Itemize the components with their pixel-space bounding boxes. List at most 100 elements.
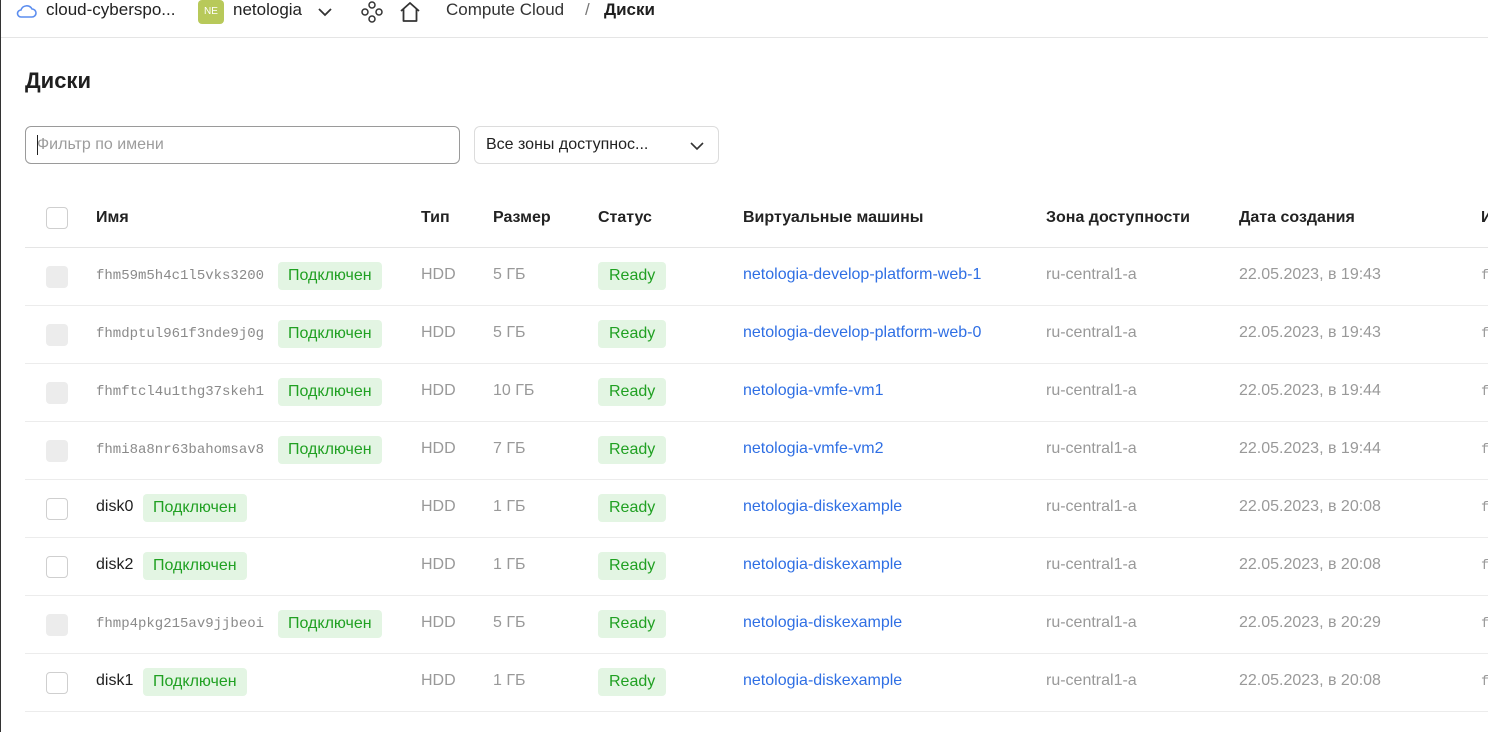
select-all-checkbox[interactable] [46, 207, 68, 229]
disk-size: 5 ГБ [493, 614, 526, 631]
disk-type: HDD [421, 672, 456, 689]
vm-link[interactable]: netologia-diskexample [743, 672, 902, 690]
table-row[interactable]: fhmi8a8nr63bahomsav8 Подключен HDD 7 ГБ … [25, 422, 1488, 480]
status-badge: Ready [598, 668, 667, 696]
home-icon[interactable] [398, 0, 422, 24]
table-row[interactable]: disk0 Подключен HDD 1 ГБ Ready netologia… [25, 480, 1488, 538]
disk-name: fhmi8a8nr63bahomsav8 [96, 442, 265, 458]
services-icon[interactable] [361, 1, 383, 23]
created-date: 22.05.2023, в 19:43 [1239, 324, 1381, 341]
disk-zone: ru-central1-a [1046, 266, 1137, 283]
extra-col: f [1481, 326, 1488, 342]
created-date: 22.05.2023, в 19:44 [1239, 440, 1381, 457]
disk-type: HDD [421, 498, 456, 515]
extra-col: f [1481, 674, 1488, 690]
disks-table: Имя Тип Размер Статус Виртуальные машины… [25, 190, 1488, 712]
header-extra[interactable]: И [1481, 209, 1488, 227]
header-created[interactable]: Дата создания [1239, 209, 1355, 227]
extra-col: f [1481, 442, 1488, 458]
vm-link[interactable]: netologia-diskexample [743, 556, 902, 574]
disk-zone: ru-central1-a [1046, 614, 1137, 631]
breadcrumb-compute-cloud[interactable]: Compute Cloud [446, 0, 564, 20]
vm-link[interactable]: netologia-develop-platform-web-0 [743, 324, 981, 342]
breadcrumb-separator: / [585, 0, 590, 19]
table-row[interactable]: disk2 Подключен HDD 1 ГБ Ready netologia… [25, 538, 1488, 596]
row-checkbox[interactable] [46, 672, 68, 694]
status-badge: Ready [598, 436, 667, 464]
created-date: 22.05.2023, в 20:29 [1239, 614, 1381, 631]
row-checkbox[interactable] [46, 498, 68, 520]
vm-link[interactable]: netologia-vmfe-vm1 [743, 382, 884, 400]
row-checkbox [46, 324, 68, 346]
status-badge: Ready [598, 378, 667, 406]
folder-badge[interactable]: NE [198, 0, 224, 24]
row-checkbox[interactable] [46, 556, 68, 578]
header-status[interactable]: Статус [598, 209, 652, 227]
disk-type: HDD [421, 266, 456, 283]
header-name[interactable]: Имя [96, 209, 129, 227]
disk-size: 1 ГБ [493, 556, 526, 573]
disk-size: 10 ГБ [493, 382, 535, 399]
status-badge: Ready [598, 552, 667, 580]
disk-type: HDD [421, 324, 456, 341]
status-badge: Ready [598, 610, 667, 638]
attached-badge: Подключен [143, 552, 247, 580]
table-row[interactable]: fhmp4pkg215av9jjbeoi Подключен HDD 5 ГБ … [25, 596, 1488, 654]
disk-name: fhmftcl4u1thg37skeh1 [96, 384, 265, 400]
table-row[interactable]: fhmdptul961f3nde9j0g Подключен HDD 5 ГБ … [25, 306, 1488, 364]
disk-size: 7 ГБ [493, 440, 526, 457]
disk-size: 1 ГБ [493, 672, 526, 689]
chevron-down-icon [690, 142, 704, 151]
vm-link[interactable]: netologia-diskexample [743, 498, 902, 516]
disk-size: 1 ГБ [493, 498, 526, 515]
chevron-down-icon[interactable] [317, 5, 333, 19]
header-zone[interactable]: Зона доступности [1046, 209, 1190, 227]
cloud-name[interactable]: cloud-cyberspo... [46, 0, 175, 20]
attached-badge: Подключен [278, 320, 382, 348]
folder-name[interactable]: netologia [233, 0, 302, 20]
header-vms[interactable]: Виртуальные машины [743, 209, 923, 227]
table-header: Имя Тип Размер Статус Виртуальные машины… [25, 190, 1488, 248]
disk-type: HDD [421, 556, 456, 573]
disk-type: HDD [421, 440, 456, 457]
name-filter-input[interactable] [25, 126, 460, 164]
disk-size: 5 ГБ [493, 324, 526, 341]
disk-name: disk0 [96, 498, 134, 515]
attached-badge: Подключен [278, 610, 382, 638]
text-cursor [37, 135, 38, 155]
disk-zone: ru-central1-a [1046, 672, 1137, 689]
table-row[interactable]: disk1 Подключен HDD 1 ГБ Ready netologia… [25, 654, 1488, 712]
disk-zone: ru-central1-a [1046, 556, 1137, 573]
created-date: 22.05.2023, в 19:44 [1239, 382, 1381, 399]
header-type[interactable]: Тип [421, 209, 450, 227]
disk-zone: ru-central1-a [1046, 382, 1137, 399]
disk-zone: ru-central1-a [1046, 498, 1137, 515]
disk-name: disk2 [96, 556, 134, 573]
vm-link[interactable]: netologia-develop-platform-web-1 [743, 266, 981, 284]
created-date: 22.05.2023, в 20:08 [1239, 498, 1381, 515]
attached-badge: Подключен [143, 494, 247, 522]
row-checkbox [46, 440, 68, 462]
page-title: Диски [25, 68, 91, 93]
disk-name: disk1 [96, 672, 134, 689]
created-date: 22.05.2023, в 20:08 [1239, 556, 1381, 573]
vm-link[interactable]: netologia-vmfe-vm2 [743, 440, 884, 458]
vm-link[interactable]: netologia-diskexample [743, 614, 902, 632]
created-date: 22.05.2023, в 19:43 [1239, 266, 1381, 283]
disk-name: fhmdptul961f3nde9j0g [96, 326, 265, 342]
zone-select[interactable]: Все зоны доступнос... [474, 126, 719, 164]
row-checkbox [46, 382, 68, 404]
cloud-icon[interactable] [15, 2, 37, 20]
table-row[interactable]: fhm59m5h4c1l5vks3200 Подключен HDD 5 ГБ … [25, 248, 1488, 306]
row-checkbox [46, 266, 68, 288]
table-row[interactable]: fhmftcl4u1thg37skeh1 Подключен HDD 10 ГБ… [25, 364, 1488, 422]
attached-badge: Подключен [278, 436, 382, 464]
status-badge: Ready [598, 494, 667, 522]
extra-col: f [1481, 500, 1488, 516]
disk-name: fhm59m5h4c1l5vks3200 [96, 268, 265, 284]
extra-col: f [1481, 268, 1488, 284]
status-badge: Ready [598, 262, 667, 290]
disk-size: 5 ГБ [493, 266, 526, 283]
disk-zone: ru-central1-a [1046, 440, 1137, 457]
header-size[interactable]: Размер [493, 209, 551, 227]
